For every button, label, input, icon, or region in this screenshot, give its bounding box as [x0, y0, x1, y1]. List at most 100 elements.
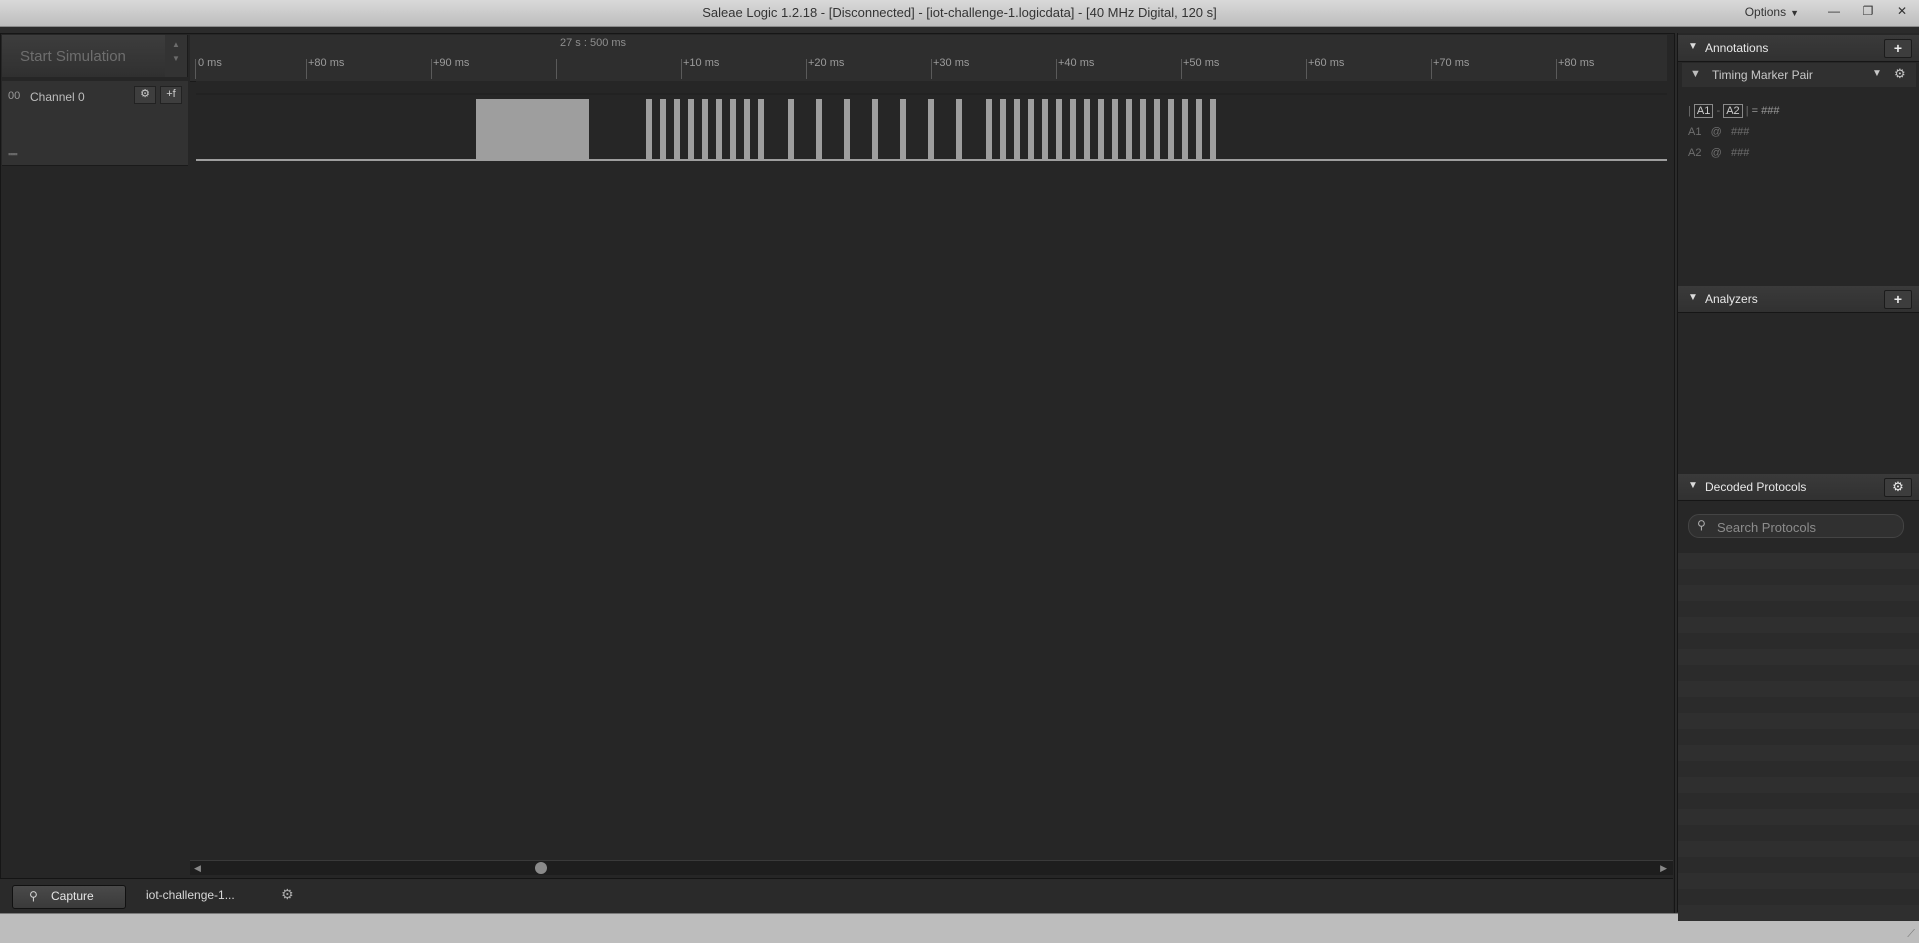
- add-annotation-button[interactable]: +: [1884, 39, 1912, 58]
- waveform-pulse: [1196, 99, 1202, 160]
- time-ruler[interactable]: 27 s : 500 ms 0 ms +80 ms +90 ms +10 ms …: [190, 35, 1667, 82]
- scrollbar-thumb[interactable]: [535, 862, 547, 874]
- list-item: [1678, 617, 1919, 633]
- marker-difference-value: = ###: [1751, 105, 1780, 117]
- collapse-triangle-icon[interactable]: ▼: [1688, 41, 1698, 52]
- workspace: [0, 33, 1675, 914]
- waveform-pulse: [1112, 99, 1118, 160]
- simulation-options-spinner[interactable]: ▲ ▼: [165, 35, 188, 77]
- list-item: [1678, 825, 1919, 841]
- search-protocols-input[interactable]: [1715, 517, 1899, 537]
- ruler-tick-label: +80 ms: [308, 57, 345, 69]
- ruler-tick: [806, 59, 807, 79]
- waveform-pulse: [1140, 99, 1146, 160]
- timing-marker-label: Timing Marker Pair: [1712, 68, 1813, 82]
- start-simulation-button[interactable]: Start Simulation: [2, 35, 166, 77]
- horizontal-scrollbar[interactable]: ◀ ▶: [190, 860, 1673, 875]
- channel-add-trigger-icon[interactable]: +f: [160, 86, 182, 104]
- chevron-down-icon[interactable]: ▼: [1872, 68, 1882, 79]
- decoded-protocols-header[interactable]: ▼ Decoded Protocols ⚙: [1678, 474, 1919, 501]
- waveform-pulse: [1014, 99, 1020, 160]
- options-menu[interactable]: Options ▼: [1745, 5, 1799, 19]
- marker-a1-line: A1 @ ###: [1688, 126, 1749, 138]
- chevron-up-icon[interactable]: ▲: [165, 38, 187, 52]
- marker-a2-at: @: [1710, 147, 1722, 159]
- search-protocols-box[interactable]: ⚲: [1688, 514, 1904, 538]
- drag-handle-icon[interactable]: ▪▪▪▪: [8, 149, 18, 159]
- ruler-tick: [1556, 59, 1557, 79]
- waveform-pulses: [646, 99, 1216, 160]
- marker-settings-gear-icon[interactable]: ⚙: [1894, 66, 1906, 82]
- decoded-protocols-list: [1678, 553, 1919, 921]
- options-label: Options: [1744, 5, 1787, 19]
- marker-pin-icon: ▼: [1690, 68, 1701, 80]
- waveform-svg: [196, 93, 1667, 161]
- list-item: [1678, 585, 1919, 601]
- list-item: [1678, 681, 1919, 697]
- list-item: [1678, 697, 1919, 713]
- annotations-title: Annotations: [1705, 41, 1769, 55]
- waveform-pulse: [872, 99, 878, 160]
- marker-a1-box[interactable]: A1: [1693, 104, 1714, 118]
- waveform-pulse: [702, 99, 708, 160]
- tab-file[interactable]: iot-challenge-1...: [146, 888, 235, 902]
- marker-a1-value: ###: [1730, 126, 1750, 138]
- list-item: [1678, 777, 1919, 793]
- minimize-button[interactable]: —: [1825, 3, 1843, 19]
- waveform-pulse: [758, 99, 764, 160]
- resize-grip-icon[interactable]: ⟋: [1907, 928, 1915, 941]
- list-item: [1678, 809, 1919, 825]
- decoded-settings-gear-icon[interactable]: ⚙: [1884, 478, 1912, 497]
- tab-capture[interactable]: ⚲ Capture: [12, 885, 126, 909]
- tab-settings-gear-icon[interactable]: ⚙: [281, 886, 294, 903]
- marker-a2-label: A2: [1688, 147, 1702, 159]
- marker-formula: | A1 - A2 | = ###: [1688, 104, 1780, 118]
- channel-settings-gear-icon[interactable]: ⚙: [134, 86, 156, 104]
- ruler-tick-label: +40 ms: [1058, 57, 1095, 69]
- ruler-tick: [1306, 59, 1307, 79]
- ruler-tick: [1056, 59, 1057, 79]
- channel-header[interactable]: 00 Channel 0 ⚙ +f ▪▪▪▪: [2, 81, 188, 166]
- ruler-tick: [931, 59, 932, 79]
- annotations-header[interactable]: ▼ Annotations +: [1678, 35, 1919, 62]
- ruler-tick: [1431, 59, 1432, 79]
- marker-a2-value: ###: [1730, 147, 1750, 159]
- ruler-tick-label: +70 ms: [1433, 57, 1470, 69]
- timing-marker-pair-row[interactable]: ▼ Timing Marker Pair ▼ ⚙: [1682, 63, 1916, 87]
- list-item: [1678, 649, 1919, 665]
- ruler-tick-label: +20 ms: [808, 57, 845, 69]
- list-item: [1678, 857, 1919, 873]
- right-sidebar: ▼ Annotations + ▼ Timing Marker Pair ▼ ⚙…: [1677, 33, 1919, 921]
- list-item: [1678, 745, 1919, 761]
- scroll-left-icon[interactable]: ◀: [194, 861, 201, 875]
- waveform-pulse: [744, 99, 750, 160]
- marker-a1-at: @: [1710, 126, 1722, 138]
- waveform-pulse: [716, 99, 722, 160]
- collapse-triangle-icon[interactable]: ▼: [1688, 480, 1698, 491]
- chevron-down-icon[interactable]: ▼: [165, 52, 187, 66]
- channel-0-waveform[interactable]: [196, 81, 1667, 165]
- decoded-protocols-title: Decoded Protocols: [1705, 480, 1807, 494]
- ruler-tick: [195, 59, 196, 79]
- waveform-pulse: [844, 99, 850, 160]
- marker-a2-line: A2 @ ###: [1688, 147, 1749, 159]
- restore-button[interactable]: ❐: [1859, 3, 1877, 19]
- status-bar: ⟋: [0, 913, 1919, 943]
- ruler-tick-label: +80 ms: [1558, 57, 1595, 69]
- marker-a1-label: A1: [1688, 126, 1702, 138]
- close-button[interactable]: ✕: [1893, 3, 1911, 19]
- analyzers-header[interactable]: ▼ Analyzers +: [1678, 286, 1919, 313]
- waveform-pulse: [1000, 99, 1006, 160]
- marker-a2-box[interactable]: A2: [1723, 104, 1743, 118]
- search-icon: ⚲: [29, 889, 38, 903]
- waveform-pulse-block: [476, 99, 589, 160]
- waveform-pulse: [660, 99, 666, 160]
- waveform-pulse: [900, 99, 906, 160]
- add-analyzer-button[interactable]: +: [1884, 290, 1912, 309]
- scroll-right-icon[interactable]: ▶: [1660, 861, 1667, 875]
- tab-capture-label: Capture: [51, 889, 94, 903]
- collapse-triangle-icon[interactable]: ▼: [1688, 292, 1698, 303]
- channel-name[interactable]: Channel 0: [30, 90, 85, 104]
- list-item: [1678, 793, 1919, 809]
- list-item: [1678, 569, 1919, 585]
